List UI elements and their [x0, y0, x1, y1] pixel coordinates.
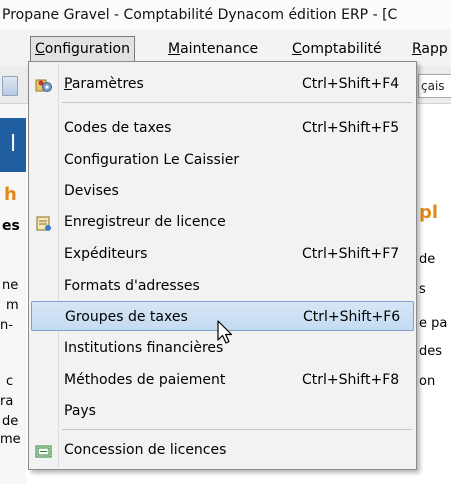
configuration-dropdown-menu: Paramètres Ctrl+Shift+F4 Codes de taxes …: [28, 61, 417, 470]
right-text-fragment: on: [419, 374, 436, 389]
license-register-icon: [35, 214, 51, 231]
right-text-fragment: de: [419, 252, 436, 267]
left-text-fragment: n-: [0, 318, 13, 333]
menu-item-parametres[interactable]: Paramètres Ctrl+Shift+F4: [31, 69, 414, 99]
menu-configuration-mnemonic: C: [35, 41, 45, 57]
shortcut-label: Ctrl+Shift+F6: [303, 309, 401, 325]
shortcut-label: Ctrl+Shift+F5: [302, 120, 400, 136]
menu-rapports[interactable]: Rapp: [408, 36, 451, 62]
menu-item-label: Expéditeurs: [64, 246, 148, 262]
menu-maintenance-label: aintenance: [180, 41, 259, 57]
menu-item-concession-de-licences[interactable]: Concession de licences: [31, 435, 414, 465]
menu-separator: [62, 102, 412, 103]
language-select[interactable]: çais: [418, 74, 451, 98]
menu-item-configuration-le-caissier[interactable]: Configuration Le Caissier: [31, 145, 414, 175]
menu-separator: [62, 429, 412, 430]
menu-item-label: Groupes de taxes: [65, 309, 188, 325]
menu-comptabilite[interactable]: Comptabilité: [288, 36, 386, 62]
menu-maintenance-mnemonic: M: [168, 41, 181, 57]
menu-maintenance[interactable]: Maintenance: [164, 36, 262, 62]
menu-item-label: Configuration Le Caissier: [64, 152, 240, 168]
left-text-fragment: me: [0, 432, 21, 447]
mnemonic-letter: P: [64, 76, 72, 92]
menu-item-methodes-de-paiement[interactable]: Méthodes de paiement Ctrl+Shift+F8: [31, 365, 414, 395]
menu-item-pays[interactable]: Pays: [31, 396, 414, 426]
menu-comptabilite-mnemonic: C: [292, 41, 302, 57]
menu-item-label: Pays: [64, 403, 96, 419]
side-heading-fragment: h: [4, 184, 17, 205]
menu-item-label: Formats d'adresses: [64, 278, 200, 294]
menu-item-label: Institutions financières: [64, 340, 224, 356]
window-title: Propane Gravel - Comptabilité Dynacom éd…: [0, 0, 451, 30]
shortcut-label: Ctrl+Shift+F7: [302, 246, 400, 262]
menu-item-devises[interactable]: Devises: [31, 176, 414, 206]
document-icon[interactable]: [2, 76, 18, 96]
menu-item-label: Enregistreur de licence: [64, 214, 226, 230]
right-text-fragment: s: [419, 282, 426, 297]
menu-item-codes-de-taxes[interactable]: Codes de taxes Ctrl+Shift+F5: [31, 113, 414, 143]
menu-item-enregistreur-de-licence[interactable]: Enregistreur de licence: [31, 207, 414, 237]
license-grant-icon: [35, 442, 52, 458]
menu-item-expediteurs[interactable]: Expéditeurs Ctrl+Shift+F7: [31, 239, 414, 269]
side-subheading-fragment: es: [2, 218, 20, 234]
shortcut-label: Ctrl+Shift+F8: [302, 372, 400, 388]
left-text-fragment: de: [2, 414, 19, 429]
right-text-fragment: des: [419, 344, 443, 359]
menu-item-label: Concession de licences: [64, 442, 227, 458]
menu-comptabilite-label: omptabilité: [301, 41, 382, 57]
menu-item-label: Codes de taxes: [64, 120, 172, 136]
settings-gears-icon: [35, 76, 52, 92]
menu-configuration-label: onfiguration: [44, 41, 130, 57]
right-heading-fragment: pl: [419, 202, 439, 223]
menu-rapports-mnemonic: R: [412, 41, 422, 57]
menu-rapports-label: app: [421, 41, 448, 57]
left-text-fragment: m: [6, 298, 19, 313]
left-text-fragment: ra: [0, 394, 14, 409]
menu-item-label: Paramètres: [64, 69, 144, 99]
menu-configuration[interactable]: Configuration: [30, 36, 135, 62]
left-text-fragment: ne: [2, 278, 19, 293]
menu-item-label: Méthodes de paiement: [64, 372, 226, 388]
menu-item-label: Devises: [64, 183, 119, 199]
left-text-fragment: c: [6, 374, 14, 389]
menu-item-formats-dadresses[interactable]: Formats d'adresses: [31, 271, 414, 301]
label-rest: aramètres: [71, 76, 144, 92]
shortcut-label: Ctrl+Shift+F4: [302, 76, 400, 92]
right-text-fragment: e pa: [419, 316, 448, 331]
mouse-pointer-icon: [217, 320, 235, 350]
side-header-banner: l: [0, 118, 26, 172]
